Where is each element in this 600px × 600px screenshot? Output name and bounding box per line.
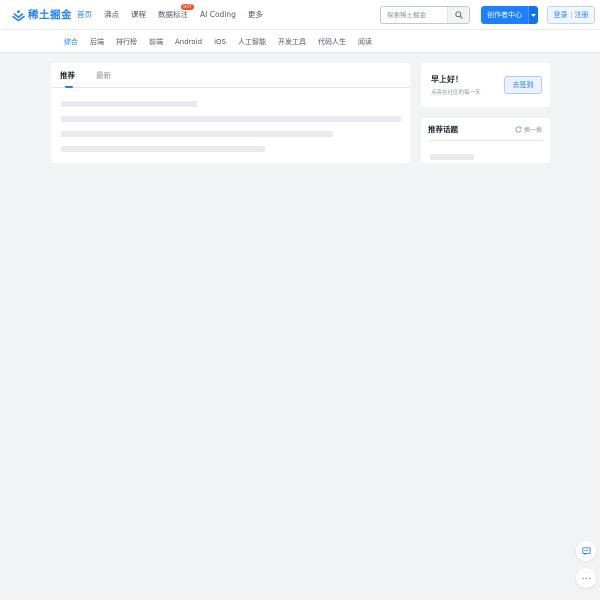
search-input[interactable] <box>381 7 447 23</box>
juejin-logo-icon <box>12 9 25 21</box>
nav-item-data-annotation[interactable]: 数据标注 HOT <box>158 0 194 30</box>
article-feed: 推荐 最新 <box>51 63 410 163</box>
category-nav: 综合 后端 排行榜 前端 Android iOS 人工智能 开发工具 代码人生 … <box>0 30 600 53</box>
loading-skeleton-line <box>430 154 474 160</box>
nav-item-data-annotation-label: 数据标注 <box>158 10 188 19</box>
search-icon <box>454 11 463 19</box>
category-code-life[interactable]: 代码人生 <box>318 37 346 47</box>
creator-center: 创作者中心 <box>481 6 538 24</box>
more-dots-icon <box>581 577 591 579</box>
category-dev-tools[interactable]: 开发工具 <box>278 37 306 47</box>
category-android[interactable]: Android <box>175 38 202 46</box>
feedback-icon <box>581 546 591 555</box>
loading-skeleton-line <box>61 146 265 152</box>
feed-tabs: 推荐 最新 <box>51 63 410 88</box>
nav-item-more[interactable]: 更多 <box>248 0 263 30</box>
category-ai[interactable]: 人工智能 <box>238 37 266 47</box>
tab-recommended[interactable]: 推荐 <box>60 70 75 81</box>
creator-menu-toggle[interactable] <box>528 6 538 24</box>
search-button[interactable] <box>447 7 469 23</box>
tab-latest[interactable]: 最新 <box>96 70 111 81</box>
feedback-button[interactable] <box>576 541 596 561</box>
top-header: 稀土掘金 首页 沸点 课程 数据标注 HOT AI Coding 更多 创作者中… <box>0 0 600 30</box>
topics-title: 推荐话题 <box>428 125 458 134</box>
refresh-label: 换一换 <box>523 127 542 134</box>
loading-skeleton-line <box>61 116 401 122</box>
refresh-topics-button[interactable]: 换一换 <box>515 125 542 134</box>
login-button[interactable]: 登录 <box>554 10 568 20</box>
main-nav: 首页 沸点 课程 数据标注 HOT AI Coding 更多 <box>77 0 275 30</box>
category-ios[interactable]: iOS <box>214 38 226 46</box>
recommended-topics: 推荐话题 换一换 <box>421 118 550 163</box>
category-frontend[interactable]: 前端 <box>149 37 163 47</box>
greeting-title: 早上好！ <box>431 75 463 84</box>
search-box <box>380 6 470 24</box>
loading-skeleton-line <box>61 131 333 137</box>
category-backend[interactable]: 后端 <box>90 37 104 47</box>
nav-item-home[interactable]: 首页 <box>77 0 92 30</box>
active-tab-indicator <box>65 86 73 88</box>
signin-button[interactable]: 去签到 <box>504 76 542 94</box>
greeting-subtitle: 点亮在社区的每一天 <box>431 90 481 96</box>
loading-skeleton-line <box>61 101 197 107</box>
caret-down-icon <box>531 13 536 17</box>
nav-item-pins[interactable]: 沸点 <box>104 0 119 30</box>
topics-divider <box>428 140 543 141</box>
category-reading[interactable]: 阅读 <box>358 37 372 47</box>
logo-text: 稀土掘金 <box>28 9 72 21</box>
logo[interactable]: 稀土掘金 <box>12 8 72 22</box>
login-divider <box>570 11 572 19</box>
hot-badge: HOT <box>181 4 194 10</box>
signin-card: 早上好！ 点亮在社区的每一天 去签到 <box>421 63 550 107</box>
creator-center-button[interactable]: 创作者中心 <box>481 6 528 24</box>
nav-item-courses[interactable]: 课程 <box>131 0 146 30</box>
nav-item-ai-coding[interactable]: AI Coding <box>200 0 236 30</box>
category-comprehensive[interactable]: 综合 <box>64 37 78 47</box>
login-register: 登录 注册 <box>547 6 595 24</box>
refresh-icon <box>515 126 522 133</box>
register-button[interactable]: 注册 <box>575 10 589 20</box>
more-options-button[interactable] <box>576 568 596 588</box>
category-ranking[interactable]: 排行榜 <box>116 37 137 47</box>
